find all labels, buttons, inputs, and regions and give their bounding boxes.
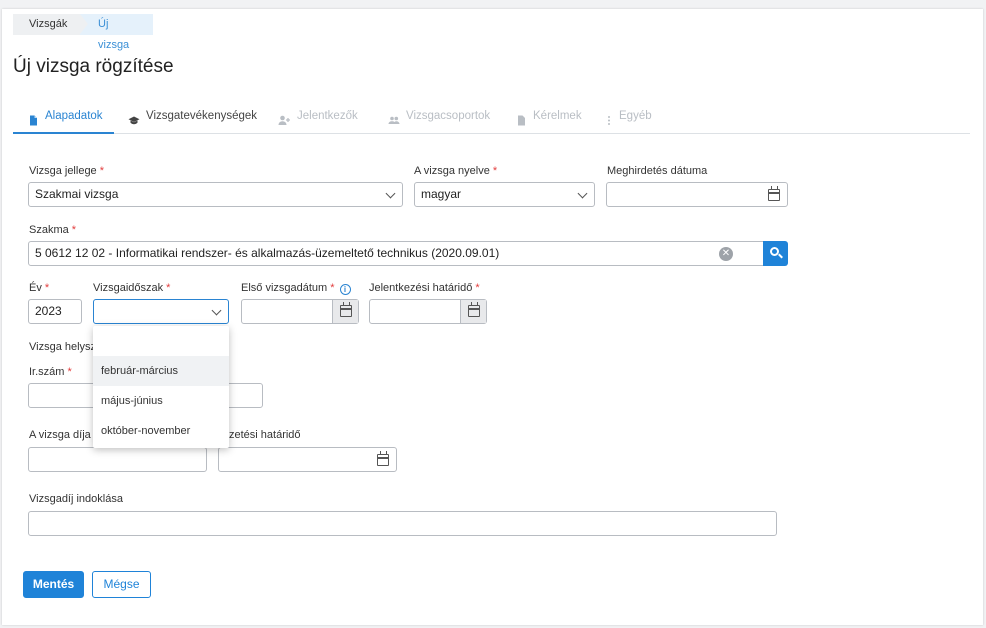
szakma-autocomplete[interactable]: 5 0612 12 02 - Informatikai rendszer- és… [28,241,764,266]
vizsga-jellege-label: Vizsga jellege * [29,165,104,177]
chevron-down-icon [211,305,222,316]
group-icon [388,111,400,124]
fizetesi-hatarido-label: zetési határidő [229,429,301,441]
dropdown-option[interactable]: október-november [93,416,229,446]
dropdown-option[interactable]: május-június [93,386,229,416]
jelentkezesi-hatarido-field[interactable] [369,299,487,324]
tab-label: Alapadatok [45,110,103,122]
elso-vizsgadatum-label: Első vizsgadátum * i [241,282,351,295]
tab-label: Vizsgacsoportok [406,110,491,122]
chevron-down-icon [577,188,588,199]
breadcrumb: Vizsgák Új vizsga [13,14,153,51]
vizsgadij-indoklasa-label: Vizsgadíj indoklása [29,493,123,505]
tab-egyeb[interactable]: Egyéb [607,104,652,134]
tab-kerelmek[interactable]: Kérelmek [516,104,582,134]
vizsga-nyelve-select[interactable]: magyar [414,182,595,207]
tab-bar: Alapadatok Vizsgatevékenységek Jelentkez… [13,104,970,134]
person-add-icon [278,111,291,125]
vizsgaidoszak-dropdown: február-március május-június október-nov… [93,326,229,448]
jelentkezesi-hatarido-label: Jelentkezési határidő * [369,282,480,294]
calendar-icon[interactable] [768,186,780,201]
tab-label: Egyéb [619,110,652,122]
info-icon[interactable]: i [339,284,351,295]
calendar-button[interactable] [460,300,486,323]
irszam-label: Ir.szám * [29,366,72,378]
vizsgaidoszak-select[interactable] [93,299,229,324]
tab-label: Kérelmek [533,110,582,122]
meghirdetes-label: Meghirdetés dátuma [607,165,708,177]
chevron-down-icon [385,188,396,199]
vizsga-nyelve-label: A vizsga nyelve * [414,165,498,177]
cancel-button[interactable]: Mégse [92,571,151,598]
fizetesi-hatarido-field[interactable] [218,447,397,472]
vizsga-helyszine-label: Vizsga helysz [29,341,97,353]
vizsga-nyelve-value: magyar [421,187,462,201]
breadcrumb-item-uj-vizsga: Új vizsga [80,14,153,51]
meghirdetes-date-field[interactable] [606,182,788,207]
szakma-value: 5 0612 12 02 - Informatikai rendszer- és… [35,246,500,260]
tab-vizsgatevekenysegek[interactable]: Vizsgatevékenységek [128,104,257,134]
ev-value: 2023 [35,304,62,318]
calendar-icon [340,302,352,317]
vizsga-dija-input[interactable] [28,447,207,472]
document-icon [28,111,39,126]
vizsga-jellege-value: Szakmai vizsga [35,187,119,201]
more-vertical-icon [607,111,613,125]
save-button[interactable]: Mentés [23,571,84,598]
document-icon [516,111,527,126]
dropdown-option-empty[interactable] [93,326,229,356]
tab-label: Vizsgatevékenységek [146,110,258,122]
tab-vizsgacsoportok[interactable]: Vizsgacsoportok [388,104,490,134]
ev-label: Év * [29,282,50,294]
dropdown-option[interactable]: február-március [93,356,229,386]
calendar-button[interactable] [332,300,358,323]
szakma-label: Szakma * [29,224,77,236]
search-button[interactable] [763,241,788,266]
page-title: Új vizsga rögzítése [13,56,174,77]
tab-label: Jelentkezők [297,110,358,122]
tab-jelentkezok[interactable]: Jelentkezők [278,104,358,134]
vizsga-dija-label: A vizsga díja [29,429,91,441]
tab-alapadatok[interactable]: Alapadatok [13,104,114,134]
elso-vizsgadatum-field[interactable] [241,299,359,324]
vizsga-jellege-select[interactable]: Szakmai vizsga [28,182,403,207]
ev-input[interactable]: 2023 [28,299,82,324]
calendar-icon[interactable] [377,451,389,466]
calendar-icon [468,302,480,317]
breadcrumb-item-vizsgak[interactable]: Vizsgák [13,14,88,35]
clear-icon[interactable]: ✕ [719,247,733,261]
vizsgaidoszak-label: Vizsgaidőszak * [93,282,171,294]
vizsgadij-indoklasa-input[interactable] [28,511,777,536]
graduation-cap-icon [128,111,140,125]
